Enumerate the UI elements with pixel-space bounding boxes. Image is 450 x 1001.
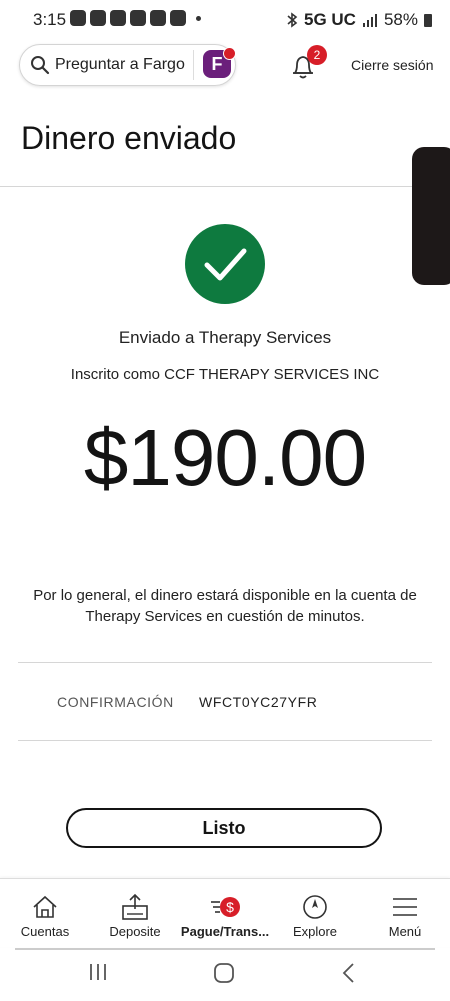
page-title: Dinero enviado — [21, 120, 237, 156]
compass-icon — [303, 895, 327, 919]
tab-explore[interactable]: Explore — [270, 879, 360, 947]
app-header: Preguntar a Fargo F 2 Cierre sesión — [0, 42, 450, 88]
app-icon — [130, 10, 146, 26]
title-divider — [0, 186, 450, 187]
system-nav-bar — [0, 950, 450, 1001]
sign-out-link[interactable]: Cierre sesión — [351, 57, 433, 73]
availability-notice: Por lo general, el dinero estará disponi… — [33, 587, 417, 625]
search-input[interactable]: Preguntar a Fargo F — [19, 44, 236, 86]
divider — [18, 662, 432, 663]
battery-percent: 58% — [383, 10, 418, 29]
search-icon — [31, 56, 50, 75]
done-button[interactable]: Listo — [66, 808, 382, 848]
enrolled-name: Inscrito como CCF THERAPY SERVICES INC — [70, 366, 380, 383]
notification-badge: 2 — [307, 45, 327, 65]
home-icon — [33, 895, 57, 918]
recipient-text: Enviado a Therapy Services — [118, 328, 332, 347]
tab-label: Cuentas — [20, 924, 70, 939]
home-button-icon[interactable] — [213, 962, 235, 984]
tab-deposit[interactable]: Deposite — [90, 879, 180, 947]
tab-label: Menú — [388, 924, 422, 939]
tiktok-icon — [170, 10, 186, 26]
svg-text:$: $ — [226, 899, 234, 915]
tab-label: Deposite — [109, 924, 161, 939]
pay-transfer-icon: $ — [211, 897, 240, 917]
search-divider — [193, 50, 194, 80]
floating-preview-panel[interactable] — [412, 147, 450, 285]
status-bar: 3:15 5G UC 58% — [0, 0, 450, 38]
signal-icon — [362, 14, 377, 27]
more-notifications-icon — [196, 15, 201, 21]
divider — [18, 740, 432, 741]
tab-label: Explore — [292, 924, 338, 939]
snapchat-icon — [110, 10, 126, 26]
whatsapp-icon — [70, 10, 86, 26]
tab-label: Pague/Trans... — [180, 924, 270, 939]
back-icon[interactable] — [341, 962, 357, 984]
status-time: 3:15 — [33, 10, 67, 29]
bluetooth-icon — [287, 12, 298, 28]
battery-icon — [424, 13, 432, 27]
menu-icon — [393, 898, 417, 916]
status-right: 5G UC 58% — [286, 10, 432, 30]
amount-sent: $190.00 — [83, 413, 367, 502]
confirmation-number: WFCT0YC27YFR — [199, 694, 318, 710]
tab-menu[interactable]: Menú — [360, 879, 450, 947]
recent-apps-icon[interactable] — [88, 962, 108, 982]
search-placeholder: Preguntar a Fargo — [55, 56, 185, 73]
youtube-icon — [150, 10, 166, 26]
notification-icons — [70, 10, 201, 26]
tab-pay-transfer[interactable]: $ Pague/Trans... — [180, 879, 270, 947]
deposit-icon — [122, 893, 148, 920]
bottom-tab-bar: Cuentas Deposite $ Pague/Trans... Explor… — [0, 878, 450, 947]
success-check-icon — [185, 224, 265, 304]
network-label: 5G UC — [304, 10, 356, 29]
facebook-icon — [90, 10, 106, 26]
tab-accounts[interactable]: Cuentas — [0, 879, 90, 947]
fargo-status-dot — [223, 47, 236, 60]
confirmation-label: CONFIRMACIÓN — [57, 694, 174, 710]
